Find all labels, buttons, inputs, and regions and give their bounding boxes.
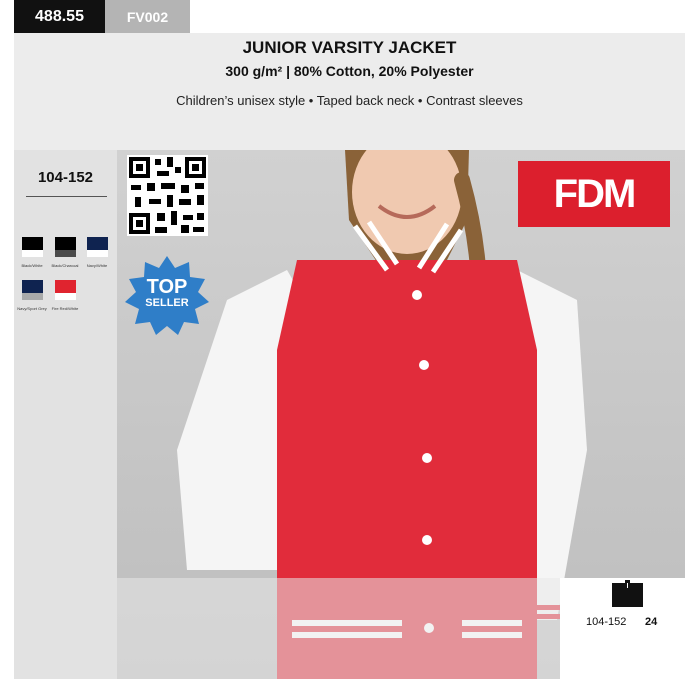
color-label: Navy/White: [86, 263, 108, 268]
header-panel: JUNIOR VARSITY JACKET 300 g/m² | 80% Cot…: [14, 33, 685, 150]
qr-pattern: [127, 155, 208, 236]
swatch-top-color: [22, 237, 43, 250]
swatch-bottom-color: [55, 293, 76, 300]
top-seller-sublabel: SELLER: [145, 297, 189, 309]
sidebar: 104-152 Black/White Black/Charcoal Navy/…: [14, 150, 117, 679]
swatch-top-color: [87, 237, 108, 250]
qr-code[interactable]: [127, 155, 208, 236]
product-code: 488.55: [14, 0, 105, 33]
color-swatch[interactable]: [22, 237, 43, 257]
color-swatch[interactable]: [55, 237, 76, 257]
color-label: Fire Red/White: [51, 306, 79, 311]
carton-icon: [612, 580, 643, 607]
swatch-top-color: [55, 280, 76, 293]
color-label: Black/Charcoal: [51, 263, 79, 268]
product-features: Children’s unisex style • Taped back nec…: [176, 93, 523, 108]
swatch-bottom-color: [22, 250, 43, 257]
top-seller-label: TOP: [146, 276, 188, 298]
product-sku: FV002: [105, 0, 190, 33]
swatch-bottom-color: [22, 293, 43, 300]
size-range: 104-152: [37, 169, 94, 186]
color-swatch[interactable]: [55, 280, 76, 300]
divider: [26, 196, 107, 197]
swatch-top-color: [22, 280, 43, 293]
swatch-bottom-color: [55, 250, 76, 257]
swatch-top-color: [55, 237, 76, 250]
color-label: Navy/Sport Grey: [17, 306, 47, 311]
carton-quantity: 24: [645, 616, 658, 628]
color-swatch[interactable]: [22, 280, 43, 300]
color-swatch[interactable]: [87, 237, 108, 257]
swatch-bottom-color: [87, 250, 108, 257]
product-title: JUNIOR VARSITY JACKET: [242, 38, 457, 57]
photo-overlay: [117, 578, 560, 679]
carton-size-range: 104-152: [586, 616, 627, 628]
product-subtitle: 300 g/m² | 80% Cotton, 20% Polyester: [225, 63, 474, 79]
brand-logo: FDM: [518, 161, 670, 227]
color-label: Black/White: [21, 263, 43, 268]
